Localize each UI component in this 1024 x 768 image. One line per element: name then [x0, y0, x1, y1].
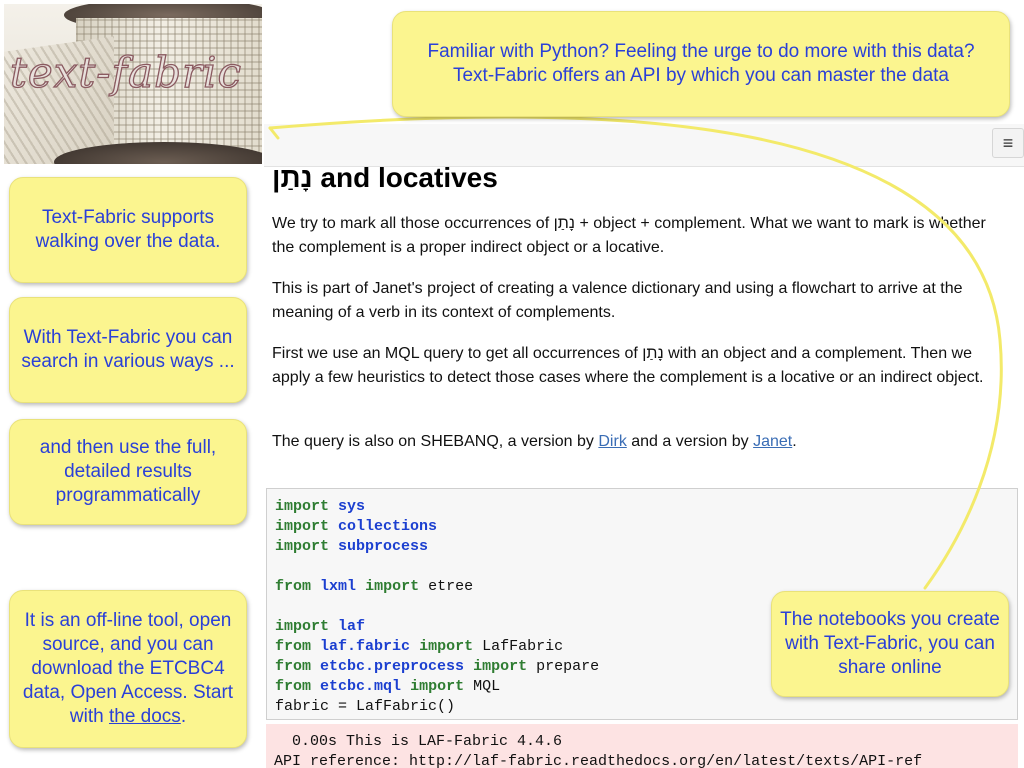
code-keyword: import	[275, 518, 330, 535]
callout-python-api-text: Familiar with Python? Feeling the urge t…	[427, 41, 975, 86]
code-keyword: import	[365, 578, 420, 595]
callout-offline-text-post: .	[180, 706, 187, 727]
code-text: LafFabric	[473, 638, 564, 655]
code-line: import collections	[275, 517, 1009, 537]
shebanq-text-post: .	[792, 433, 797, 450]
callout-offline-text: It is an off-line tool, open source, and…	[15, 609, 241, 729]
project-paragraph: This is part of Janet's project of creat…	[272, 280, 963, 321]
code-module: laf.fabric	[320, 638, 411, 655]
callout-search-text: With Text-Fabric you can search in vario…	[21, 327, 235, 372]
logo-text: text-fabric	[9, 47, 242, 97]
notebook-toolbar: ≡	[264, 124, 1024, 167]
code-module: collections	[338, 518, 438, 535]
code-module: etcbc.mql	[320, 678, 402, 695]
janet-link[interactable]: Janet	[753, 433, 792, 450]
callout-results: and then use the full, detailed results …	[9, 419, 247, 525]
code-keyword: import	[410, 678, 465, 695]
code-keyword: from	[275, 658, 312, 675]
code-module: laf	[338, 618, 366, 635]
code-keyword: import	[275, 538, 330, 555]
intro-paragraph: We try to mark all those occurrences of …	[272, 215, 986, 256]
code-keyword: from	[275, 638, 312, 655]
code-keyword: import	[419, 638, 474, 655]
code-text: prepare	[527, 658, 600, 675]
code-module: sys	[338, 498, 366, 515]
callout-share-text: The notebooks you create with Text-Fabri…	[780, 609, 1000, 678]
docs-link[interactable]: the docs	[109, 706, 181, 727]
callout-offline: It is an off-line tool, open source, and…	[9, 590, 247, 748]
code-line: import subprocess	[275, 537, 1009, 557]
hamburger-menu-icon[interactable]: ≡	[992, 128, 1024, 158]
output-cell: 0.00s This is LAF-Fabric 4.4.6 API refer…	[266, 724, 1018, 768]
notebook-title: נָתַן and locatives	[272, 162, 498, 193]
text-fabric-logo: text-fabric	[4, 4, 262, 164]
callout-python-api: Familiar with Python? Feeling the urge t…	[392, 11, 1010, 117]
callout-search: With Text-Fabric you can search in vario…	[9, 297, 247, 403]
code-text: MQL	[464, 678, 501, 695]
callout-share: The notebooks you create with Text-Fabri…	[771, 591, 1009, 697]
shebanq-text-mid: and a version by	[626, 433, 754, 450]
code-keyword: import	[275, 618, 330, 635]
code-line: fabric = LafFabric()	[275, 698, 456, 715]
code-text: etree	[419, 578, 474, 595]
shebanq-paragraph: The query is also on SHEBANQ, a version …	[272, 430, 1012, 454]
code-keyword: from	[275, 678, 312, 695]
callout-walk: Text-Fabric supports walking over the da…	[9, 177, 247, 283]
code-keyword: import	[275, 498, 330, 515]
shebanq-text-pre: The query is also on SHEBANQ, a version …	[272, 433, 599, 450]
callout-walk-text: Text-Fabric supports walking over the da…	[35, 207, 221, 252]
method-paragraph: First we use an MQL query to get all occ…	[272, 345, 984, 386]
output-line: 0.00s This is LAF-Fabric 4.4.6	[274, 733, 563, 750]
output-line: API reference: http://laf-fabric.readthe…	[274, 753, 923, 768]
code-module: etcbc.preprocess	[320, 658, 465, 675]
code-line: import sys	[275, 497, 1009, 517]
code-module: subprocess	[338, 538, 429, 555]
callout-results-text: and then use the full, detailed results …	[39, 437, 217, 506]
code-keyword: from	[275, 578, 312, 595]
code-module: lxml	[320, 578, 357, 595]
code-keyword: import	[473, 658, 528, 675]
dirk-link[interactable]: Dirk	[598, 433, 626, 450]
